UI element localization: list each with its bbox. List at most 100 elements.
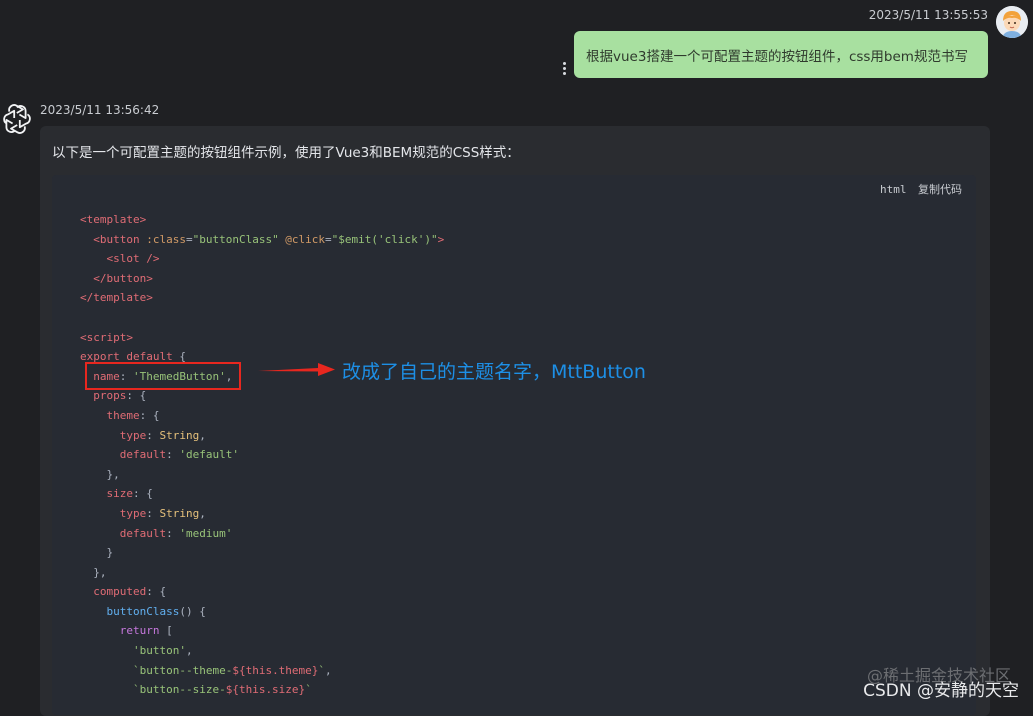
code-token: : [166,526,180,540]
code-token: `button--theme- [132,663,233,677]
code-line: <slot /> [80,249,444,269]
code-token: `button--size- [132,683,226,697]
code-token: 'default' [179,448,239,462]
code-token: computed [93,585,147,599]
annotation-text: 改成了自己的主题名字，MttButton [342,361,646,383]
code-token: <template> [80,213,147,226]
annotation-highlight-box [85,362,241,390]
code-line: return [ [80,621,444,641]
copy-code-button[interactable]: 复制代码 [918,183,962,196]
code-content: <template> <button :class="buttonClass" … [80,210,444,700]
code-token: : { [139,408,160,422]
code-line: <template> [80,210,444,230]
code-token: return [119,624,160,638]
user-message-timestamp: 2023/5/11 13:55:53 [868,8,988,22]
code-line: <button :class="buttonClass" @click="$em… [80,230,444,250]
code-token: , [199,428,206,442]
code-token: ${this.theme} [232,663,319,677]
code-token: } [80,546,114,560]
code-token: <script> [80,330,133,344]
code-token: ${this.size} [225,683,306,697]
code-line: 'button', [80,641,444,661]
code-line: }, [80,465,444,485]
more-options-icon[interactable] [559,62,569,78]
code-token: ` [305,683,312,697]
code-token: buttonClass [106,604,180,618]
code-token: theme [106,408,140,422]
code-token: : [146,506,160,520]
code-token: props [93,389,127,403]
code-token: String [159,428,200,442]
code-token: : [166,448,180,462]
code-token: , [325,663,332,677]
code-line: </template> [80,288,444,308]
code-token: : { [126,389,147,403]
watermark-csdn: CSDN @安静的天空 [863,681,1019,701]
code-line: default: 'default' [80,445,444,465]
annotation-arrow-icon [258,363,335,376]
code-token: , [199,506,206,520]
code-token: : { [146,585,167,599]
code-line: } [80,543,444,563]
code-token: () { [179,604,206,618]
code-line: type: String, [80,504,444,524]
code-token: <slot /> [106,252,160,266]
user-message-bubble: 根据vue3搭建一个可配置主题的按钮组件，css用bem规范书写 [574,31,988,78]
code-line: <script> [80,328,444,348]
bot-intro-text: 以下是一个可配置主题的按钮组件示例，使用了Vue3和BEM规范的CSS样式： [52,145,520,161]
bot-message-timestamp: 2023/5/11 13:56:42 [40,103,160,117]
code-token: = [325,232,332,246]
code-line: computed: { [80,582,444,602]
code-line: </button> [80,269,444,289]
code-token: 'medium' [179,526,233,540]
chatgpt-logo-icon [3,104,31,134]
code-token: </template> [80,291,153,305]
code-token: </button> [93,271,153,285]
code-token: "buttonClass" [192,232,279,246]
code-token: : [146,428,160,442]
avatar-icon [996,6,1028,38]
code-line: buttonClass() { [80,602,444,622]
code-token: @click [278,232,326,246]
code-token: <button [93,232,140,246]
code-token: 'button' [132,644,186,658]
code-token: }, [80,565,107,579]
code-line: type: String, [80,426,444,446]
code-token: [ [159,624,173,638]
code-token: type [119,506,147,520]
code-token: size [106,487,134,501]
code-line: `button--theme-${this.theme}`, [80,661,444,681]
code-token: }, [80,467,120,481]
code-line: theme: { [80,406,444,426]
code-token: "$emit('click')" [331,232,438,246]
code-token: > [437,232,445,246]
code-token: = [185,232,193,246]
code-token: default [119,526,167,540]
user-avatar[interactable] [996,6,1028,38]
code-token: default [119,448,167,462]
code-line: }, [80,563,444,583]
code-token: :class [139,232,186,246]
user-message-text: 根据vue3搭建一个可配置主题的按钮组件，css用bem规范书写 [586,49,968,65]
code-language-label: html [880,183,907,196]
code-line: default: 'medium' [80,524,444,544]
code-token: , [185,644,193,658]
code-token: type [119,428,147,442]
code-line: `button--size-${this.size}` [80,680,444,700]
